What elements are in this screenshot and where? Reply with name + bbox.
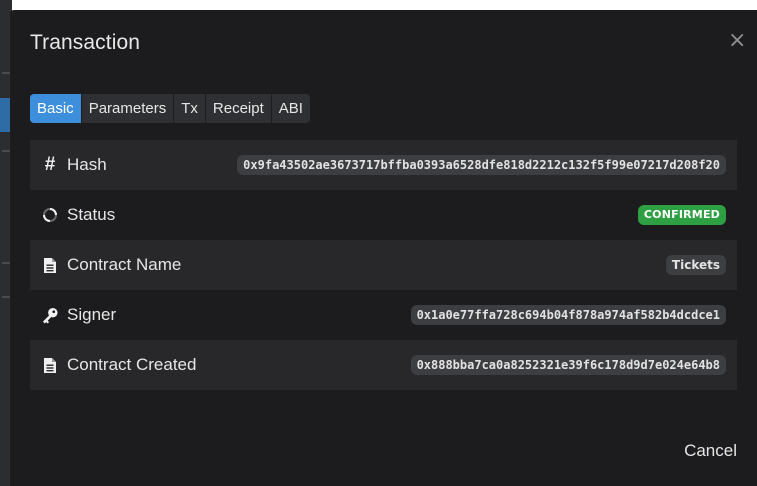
detail-label: Contract Name — [67, 255, 182, 274]
detail-row-hash: # Hash 0x9fa43502ae3673717bffba0393a6528… — [30, 140, 737, 190]
detail-row-contract-name: Contract Name Tickets — [30, 240, 737, 290]
tab-abi[interactable]: ABI — [272, 94, 310, 123]
detail-row-signer: Signer 0x1a0e77ffa728c694b04f878a974af58… — [30, 290, 737, 340]
details-list: # Hash 0x9fa43502ae3673717bffba0393a6528… — [30, 140, 737, 390]
key-icon — [42, 306, 58, 324]
hash-value: 0x9fa43502ae3673717bffba0393a6528dfe818d… — [237, 155, 726, 175]
transaction-modal: Transaction × Basic Parameters Tx Receip… — [10, 10, 757, 486]
close-button[interactable]: × — [728, 30, 746, 52]
detail-row-contract-created: Contract Created 0x888bba7ca0a8252321e39… — [30, 340, 737, 390]
background-mark — [2, 72, 10, 74]
spinner-icon — [42, 206, 58, 224]
status-badge: CONFIRMED — [637, 205, 726, 225]
tab-tx[interactable]: Tx — [174, 94, 206, 123]
detail-row-status: Status CONFIRMED — [30, 190, 737, 240]
tab-parameters[interactable]: Parameters — [82, 94, 175, 123]
detail-label: Hash — [67, 155, 107, 174]
cancel-button[interactable]: Cancel — [684, 441, 737, 461]
modal-title: Transaction — [30, 31, 141, 54]
background-mark — [2, 262, 10, 264]
signer-value: 0x1a0e77ffa728c694b04f878a974af582b4dcdc… — [410, 305, 726, 325]
contract-created-value: 0x888bba7ca0a8252321e39f6c178d9d7e024e64… — [410, 355, 726, 375]
document-icon — [42, 256, 58, 274]
document-icon — [42, 356, 58, 374]
background-mark — [2, 150, 10, 152]
detail-label: Contract Created — [67, 355, 197, 374]
tab-bar: Basic Parameters Tx Receipt ABI — [30, 94, 310, 123]
tab-receipt[interactable]: Receipt — [206, 94, 272, 123]
close-icon[interactable]: × — [728, 28, 746, 53]
tab-basic[interactable]: Basic — [30, 94, 82, 123]
detail-label: Signer — [67, 305, 117, 324]
detail-label: Status — [67, 205, 116, 224]
contract-name-value: Tickets — [665, 255, 726, 275]
background-mark — [2, 296, 10, 298]
hash-icon: # — [44, 154, 56, 175]
